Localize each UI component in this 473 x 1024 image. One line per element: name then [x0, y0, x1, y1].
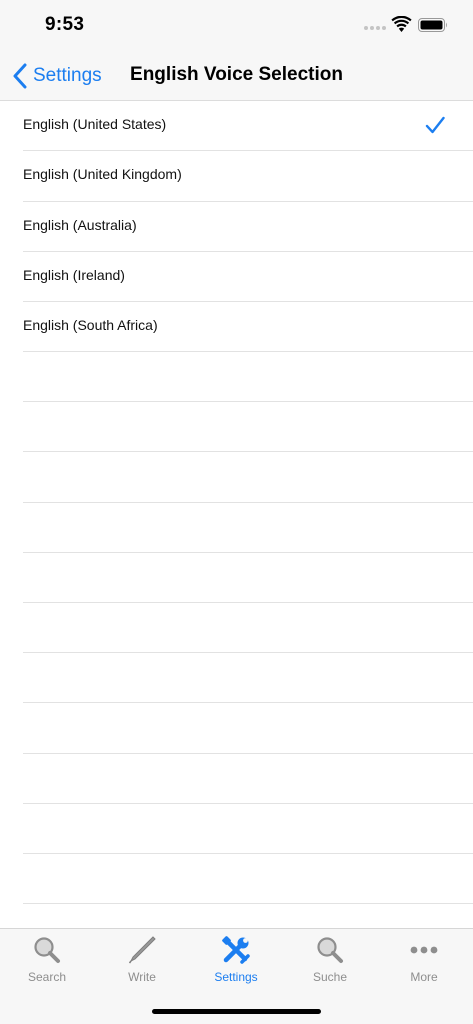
tab-suche[interactable]: Suche	[283, 929, 377, 989]
voice-row-united-kingdom[interactable]: English (United Kingdom)	[0, 151, 473, 202]
voice-list: English (United States) English (United …	[0, 101, 473, 353]
empty-row	[0, 754, 473, 804]
voice-row-south-africa[interactable]: English (South Africa)	[0, 302, 473, 353]
empty-row	[0, 452, 473, 503]
magnifier-icon	[317, 937, 343, 963]
wifi-icon	[391, 16, 412, 32]
tab-settings[interactable]: Settings	[189, 929, 283, 989]
tab-write[interactable]: Write	[95, 929, 189, 989]
empty-row	[0, 804, 473, 855]
more-dots-icon	[410, 946, 438, 954]
empty-row	[0, 603, 473, 654]
tab-bar: Search Write Settings Suche More	[0, 928, 473, 1024]
home-indicator[interactable]	[152, 1009, 321, 1014]
tab-search[interactable]: Search	[0, 929, 94, 989]
back-button-label: Settings	[33, 65, 102, 86]
empty-row	[0, 503, 473, 553]
tab-label: More	[410, 970, 438, 984]
tab-label: Write	[128, 970, 156, 984]
battery-icon	[418, 18, 447, 32]
status-bar: 9:53	[0, 0, 473, 50]
voice-label: English (United Kingdom)	[23, 166, 182, 183]
tab-label: Settings	[214, 970, 258, 984]
navigation-bar: English Voice Selection Settings	[0, 50, 473, 101]
tab-more[interactable]: More	[377, 929, 471, 989]
voice-label: English (United States)	[23, 116, 167, 132]
empty-row	[0, 553, 473, 604]
empty-row	[0, 402, 473, 453]
chevron-left-icon	[13, 63, 27, 89]
voice-label: English (Ireland)	[23, 266, 125, 283]
voice-label: English (South Africa)	[23, 317, 158, 334]
status-time: 9:53	[45, 14, 85, 35]
empty-row	[0, 854, 473, 905]
empty-row	[0, 703, 473, 754]
tab-label: Search	[27, 970, 67, 984]
cellular-signal-icon	[364, 24, 386, 32]
empty-table-area	[0, 352, 473, 905]
empty-row	[0, 352, 473, 403]
tab-label: Suche	[312, 970, 348, 984]
magnifier-icon	[34, 937, 60, 963]
empty-row	[0, 653, 473, 704]
checkmark-icon	[425, 116, 445, 134]
pencil-icon	[128, 936, 156, 964]
voice-row-ireland[interactable]: English (Ireland)	[0, 252, 473, 303]
tools-icon	[222, 936, 250, 964]
back-button[interactable]: Settings	[12, 62, 102, 90]
voice-row-united-states[interactable]: English (United States)	[0, 101, 473, 152]
voice-row-australia[interactable]: English (Australia)	[0, 202, 473, 253]
voice-label: English (Australia)	[23, 216, 137, 233]
page-title-text: English Voice Selection	[130, 64, 343, 85]
